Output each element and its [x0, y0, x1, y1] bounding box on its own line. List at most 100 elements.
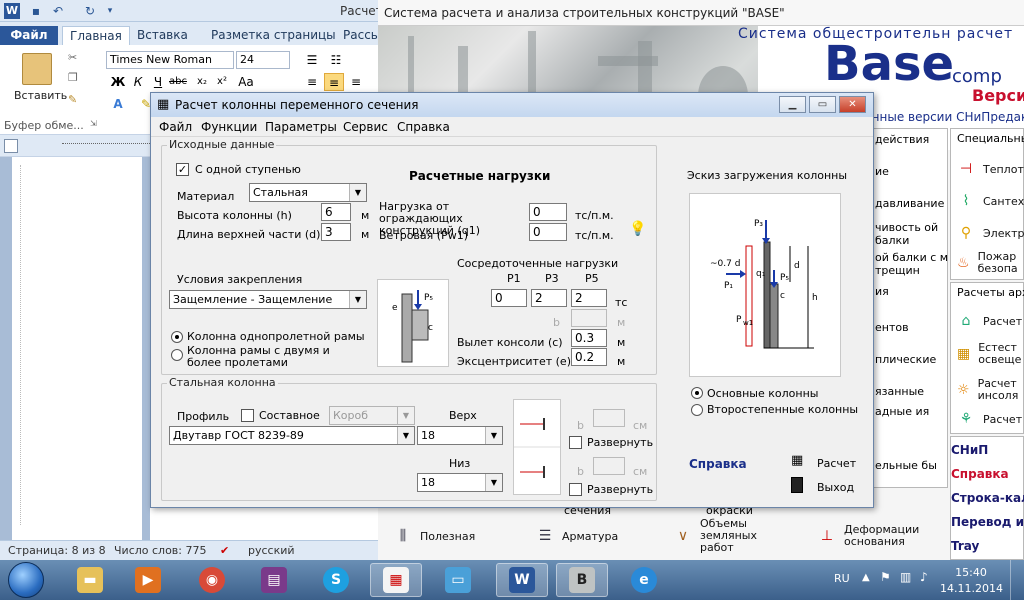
convert-link[interactable]: Перевод изм: [951, 515, 1024, 529]
font-size-box[interactable]: 24: [236, 51, 290, 69]
p3-input[interactable]: 2: [531, 289, 567, 307]
dialog-app-icon[interactable]: ▦: [157, 97, 169, 112]
fix-select[interactable]: Защемление - Защемление ▼: [169, 290, 367, 309]
arch-item[interactable]: ⌂ Расчет: [957, 307, 1023, 335]
radio-multi-span[interactable]: [171, 349, 183, 361]
menu-file[interactable]: Файл: [159, 120, 192, 134]
p1-input[interactable]: 0: [491, 289, 527, 307]
calc-string-link[interactable]: Строка-калы: [951, 491, 1024, 505]
mid-item[interactable]: адные ия: [875, 405, 949, 418]
mid-item[interactable]: чивость ой балки: [875, 221, 949, 247]
numbering-icon[interactable]: ☷: [326, 51, 346, 69]
console-input[interactable]: 0.3: [571, 329, 607, 347]
upper-input[interactable]: 3: [321, 223, 351, 241]
q1-input[interactable]: 0: [529, 203, 567, 221]
page-count[interactable]: Страница: 8 из 8: [8, 544, 106, 557]
help-link[interactable]: Справка: [951, 467, 1009, 481]
language-label[interactable]: русский: [248, 544, 295, 557]
taskbar-explorer[interactable]: ▬: [64, 563, 116, 597]
bottom-item-polez[interactable]: ⫼ Полезная: [394, 522, 475, 550]
snip-link[interactable]: СНиП: [951, 443, 988, 457]
start-button[interactable]: [8, 562, 44, 598]
rotate-top-checkbox[interactable]: [569, 436, 582, 449]
align-center-icon[interactable]: ≡: [324, 73, 344, 91]
clock-date[interactable]: 14.11.2014: [940, 582, 1003, 595]
strikethrough-icon[interactable]: abc: [168, 73, 188, 91]
one-step-checkbox[interactable]: ✓: [176, 163, 189, 176]
mid-item[interactable]: ия: [875, 285, 889, 298]
customize-qa-icon[interactable]: ▾: [102, 3, 118, 19]
save-icon[interactable]: ▪: [28, 3, 44, 19]
underline-icon[interactable]: Ч: [148, 73, 168, 91]
tab-selector-icon[interactable]: [4, 139, 18, 153]
close-button[interactable]: ✕: [839, 96, 866, 113]
menu-params[interactable]: Параметры: [265, 120, 337, 134]
taskbar-word[interactable]: W: [496, 563, 548, 597]
paste-icon[interactable]: [22, 53, 52, 85]
rotate-bottom-checkbox[interactable]: [569, 483, 582, 496]
exit-button[interactable]: Выход: [817, 481, 854, 494]
undo-icon[interactable]: ↶: [50, 3, 66, 19]
exit-door-icon[interactable]: [791, 477, 803, 493]
hint-bulb-icon[interactable]: 💡: [629, 221, 646, 237]
p5-input[interactable]: 2: [571, 289, 607, 307]
tray-link[interactable]: Tray: [951, 539, 979, 553]
bullets-icon[interactable]: ☰: [302, 51, 322, 69]
bold-icon[interactable]: Ж: [108, 73, 128, 91]
arch-item[interactable]: ▦ Естест освеще: [957, 337, 1024, 371]
mid-item[interactable]: ельные бы: [875, 459, 949, 472]
bottom-select[interactable]: 18 ▼: [417, 473, 503, 492]
language-indicator[interactable]: RU: [834, 572, 850, 585]
tab-home[interactable]: Главная: [62, 26, 130, 45]
volume-icon[interactable]: ♪: [920, 570, 928, 584]
subscript-icon[interactable]: x₂: [192, 73, 212, 91]
taskbar-skype[interactable]: S: [310, 563, 362, 597]
special-item[interactable]: ⚲ Электр: [957, 219, 1024, 247]
calculator-icon[interactable]: ▦: [791, 453, 803, 468]
taskbar-photos[interactable]: ▭: [432, 563, 484, 597]
clock-time[interactable]: 15:40: [946, 566, 996, 579]
height-input[interactable]: 6: [321, 203, 351, 221]
tab-layout[interactable]: Разметка страницы: [204, 26, 343, 45]
text-effects-icon[interactable]: A: [108, 95, 128, 113]
radio-secondary-columns[interactable]: [691, 404, 703, 416]
spellcheck-icon[interactable]: ✔: [220, 544, 229, 557]
profile-select[interactable]: Двутавр ГОСТ 8239-89 ▼: [169, 426, 415, 445]
word-count[interactable]: Число слов: 775: [114, 544, 207, 557]
document-page[interactable]: [12, 157, 142, 540]
arch-item[interactable]: ⚘ Расчет: [957, 405, 1022, 433]
cut-icon[interactable]: ✂: [68, 51, 77, 64]
bottom-item-obemy[interactable]: ∨ Объемы земляных работ: [674, 518, 780, 554]
font-name-box[interactable]: Times New Roman: [106, 51, 234, 69]
tray-expand-icon[interactable]: ▲: [862, 572, 870, 583]
radio-main-columns[interactable]: [691, 387, 703, 399]
special-item[interactable]: ⊣ Теплот: [957, 155, 1024, 183]
mid-item[interactable]: ентов: [875, 321, 909, 334]
menu-help[interactable]: Справка: [397, 120, 450, 134]
pw1-input[interactable]: 0: [529, 223, 567, 241]
bottom-item-deform[interactable]: ⊥ Деформации основания: [818, 520, 920, 552]
taskbar-winrar[interactable]: ▤: [248, 563, 300, 597]
maximize-button[interactable]: ▭: [809, 96, 836, 113]
mid-item[interactable]: ие: [875, 165, 889, 178]
superscript-icon[interactable]: x²: [212, 73, 232, 91]
mid-item[interactable]: давливание: [875, 197, 944, 210]
menu-service[interactable]: Сервис: [343, 120, 388, 134]
align-right-icon[interactable]: ≡: [346, 73, 366, 91]
taskbar-media[interactable]: ▶: [122, 563, 174, 597]
ecc-input[interactable]: 0.2: [571, 348, 607, 366]
mid-item[interactable]: действия: [875, 133, 929, 146]
show-desktop-button[interactable]: [1010, 560, 1024, 600]
material-select[interactable]: Стальная ▼: [249, 183, 367, 202]
taskbar-chrome[interactable]: ◉: [186, 563, 238, 597]
radio-single-span[interactable]: [171, 331, 183, 343]
help-button[interactable]: Справка: [689, 457, 747, 471]
tab-insert[interactable]: Вставка: [130, 26, 195, 45]
mid-item[interactable]: ой балки с м трещин: [875, 251, 949, 277]
mid-item[interactable]: плические: [875, 353, 936, 366]
taskbar-ie[interactable]: e: [618, 563, 670, 597]
top-select[interactable]: 18 ▼: [417, 426, 503, 445]
minimize-button[interactable]: ▁: [779, 96, 806, 113]
special-item[interactable]: ♨ Пожар безопа: [957, 245, 1024, 281]
arch-item[interactable]: ☼ Расчет инсоля: [957, 373, 1024, 407]
